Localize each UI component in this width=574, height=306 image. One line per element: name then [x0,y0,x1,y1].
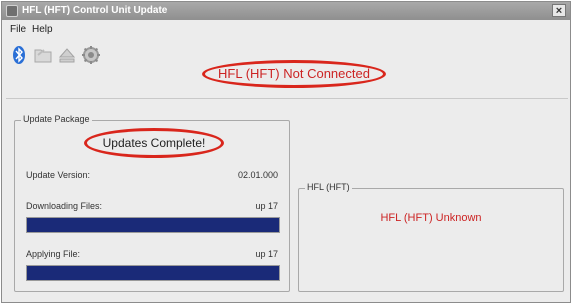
settings-icon[interactable] [80,44,102,66]
downloading-progress-fill [27,218,279,232]
downloading-value: up 17 [255,201,278,211]
downloading-progress-bar [26,217,280,233]
hfl-panel-group: HFL (HFT) HFL (HFT) Unknown [298,182,564,292]
eject-icon[interactable] [56,44,78,66]
connection-status-text: HFL (HFT) Not Connected [218,66,370,81]
update-status-text: Updates Complete! [102,136,206,150]
update-version-label: Update Version: [26,170,91,180]
hfl-status-text: HFL (HFT) Unknown [380,212,482,224]
separator [6,98,568,99]
update-version-value: 02.01.000 [237,170,278,180]
menu-help[interactable]: Help [32,24,53,35]
applying-value: up 17 [255,249,278,259]
hfl-panel-legend: HFL (HFT) [305,182,352,192]
app-icon [6,5,18,17]
window-title: HFL (HFT) Control Unit Update [22,5,168,16]
update-package-legend: Update Package [21,114,92,124]
close-button[interactable]: × [552,4,566,17]
menu-file[interactable]: File [10,24,26,35]
title-bar: HFL (HFT) Control Unit Update × [2,2,570,20]
applying-label: Applying File: [26,249,81,259]
menu-bar: File Help [2,21,570,39]
app-window: HFL (HFT) Control Unit Update × File Hel… [1,1,571,303]
downloading-label: Downloading Files: [26,201,103,211]
connection-status: HFL (HFT) Not Connected [202,60,386,88]
applying-progress-bar [26,265,280,281]
folder-icon[interactable] [32,44,54,66]
bluetooth-icon[interactable] [8,44,30,66]
applying-progress-fill [27,266,279,280]
update-status: Updates Complete! [84,128,224,158]
